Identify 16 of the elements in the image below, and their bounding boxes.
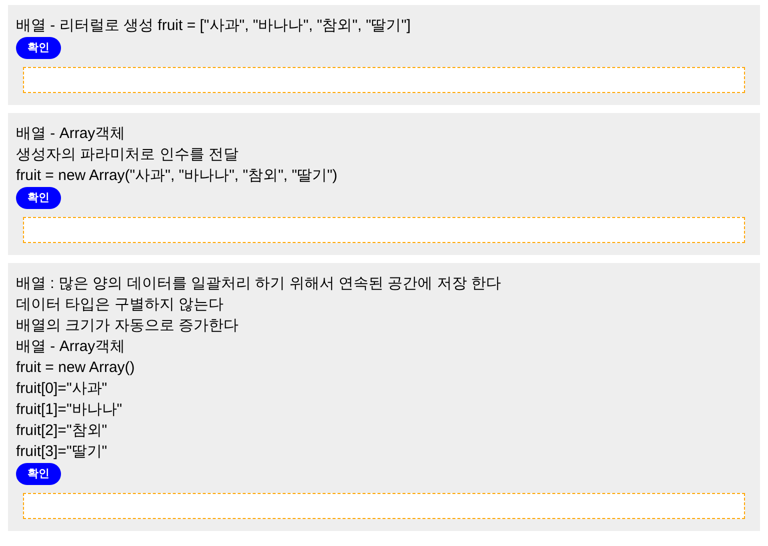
- code-text: fruit = new Array(): [16, 358, 135, 378]
- code-text: 배열 - Array객체: [16, 124, 126, 144]
- confirm-button[interactable]: 확인: [16, 37, 61, 59]
- confirm-button[interactable]: 확인: [16, 187, 61, 209]
- code-text: 데이터 타입은 구별하지 않는다: [16, 295, 224, 315]
- code-text: 배열 - 리터럴로 생성 fruit = ["사과", "바나나", "참외", "딸기"]: [16, 16, 411, 36]
- code-text: 배열의 크기가 자동으로 증가한다: [16, 316, 239, 336]
- code-text: 배열 - Array객체: [16, 337, 126, 357]
- code-text: fruit[3]="딸기": [16, 442, 108, 462]
- code-text: fruit[1]="바나나": [16, 400, 122, 420]
- code-text: fruit[0]="사과": [16, 379, 108, 399]
- code-text: 생성자의 파라미처로 인수를 전달: [16, 145, 239, 165]
- code-text: 배열 : 많은 양의 데이터를 일괄처리 하기 위해서 연속된 공간에 저장 한다: [16, 274, 502, 294]
- confirm-button[interactable]: 확인: [16, 463, 61, 485]
- code-text: fruit = new Array("사과", "바나나", "참외", "딸기"): [16, 166, 338, 186]
- code-text: fruit[2]="참외": [16, 421, 108, 441]
